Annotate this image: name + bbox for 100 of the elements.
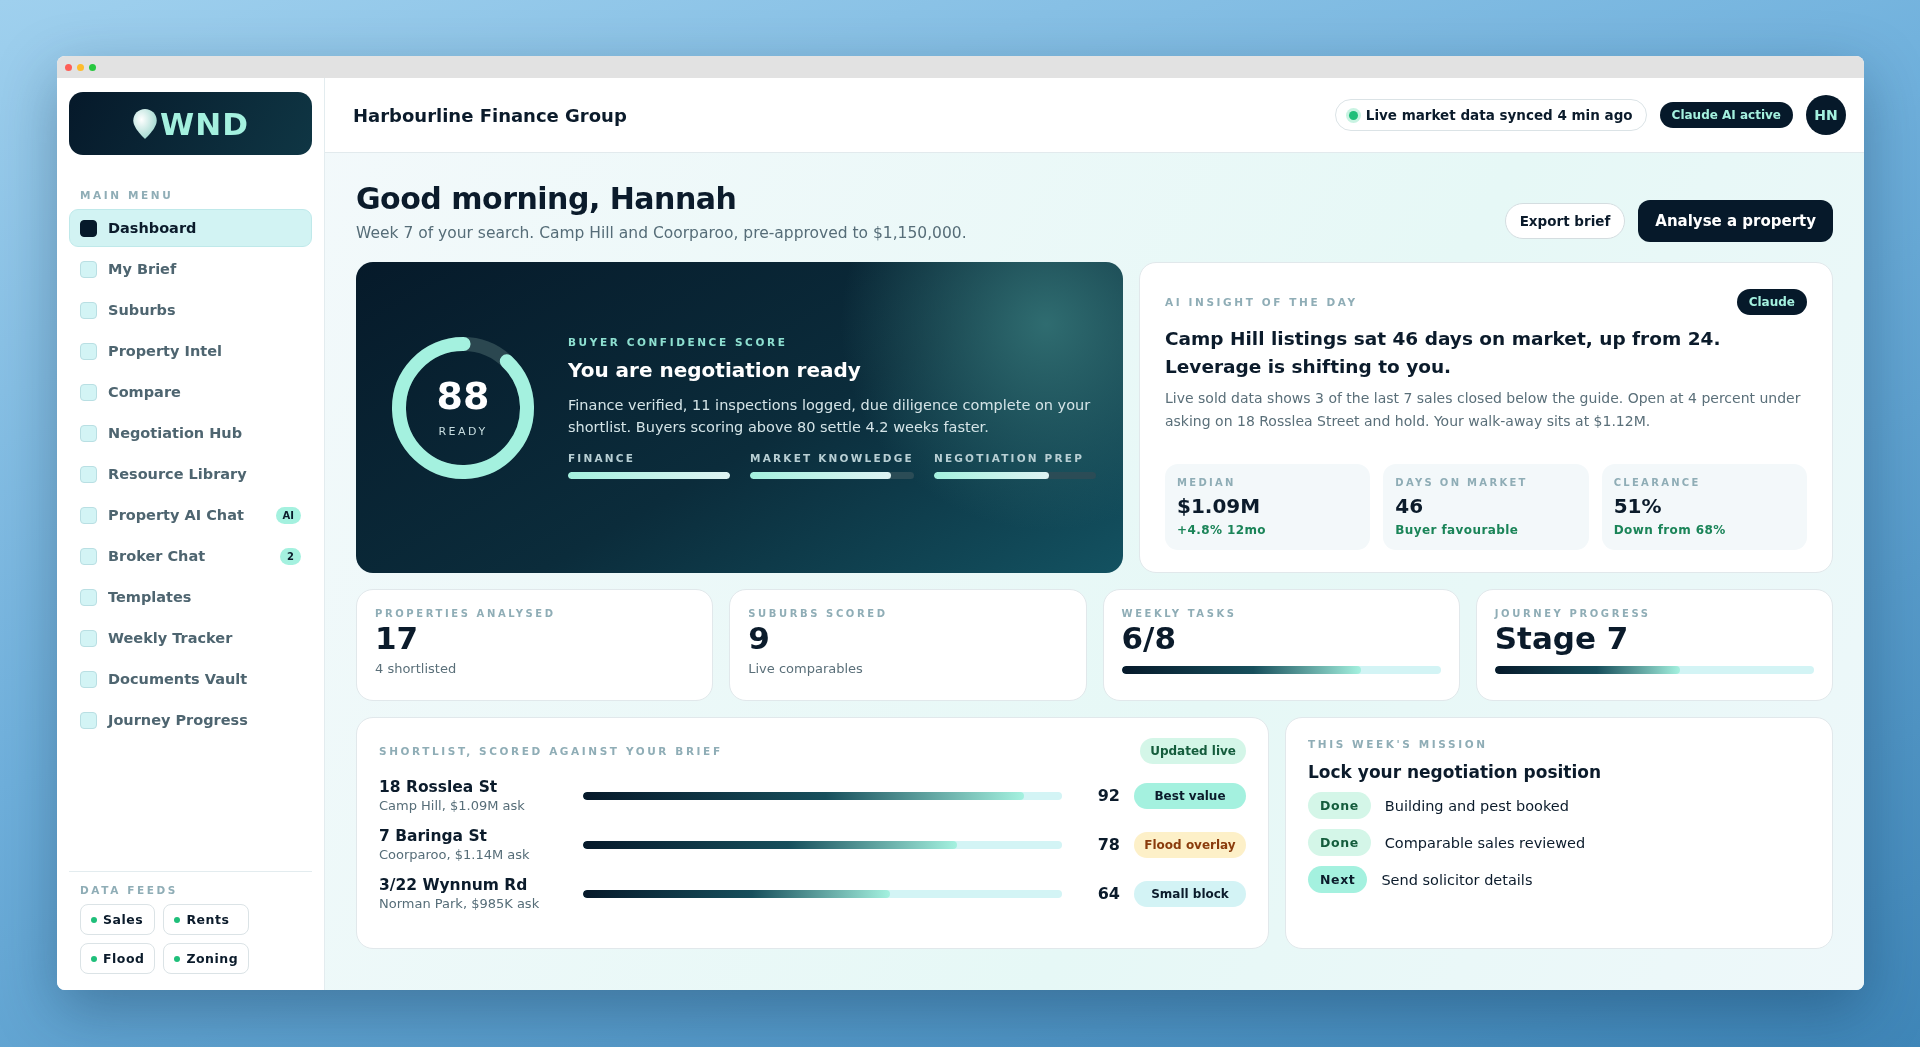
- close-button[interactable]: [65, 63, 72, 71]
- sidebar-item[interactable]: Broker Chat 2: [69, 537, 312, 575]
- ai-status-badge: Claude AI active: [1659, 102, 1793, 128]
- card-eyebrow: AI INSIGHT OF THE DAY: [1165, 296, 1358, 308]
- status-dot: [91, 916, 97, 923]
- analyse-button[interactable]: Analyse a property: [1638, 200, 1833, 242]
- section-heading: DATA FEEDS: [80, 884, 179, 896]
- metric-value: 51%: [1613, 494, 1663, 518]
- bar-label: NEGOTIATION PREP: [933, 452, 1086, 465]
- menu-square-icon: [80, 547, 97, 565]
- card-title: You are negotiation ready: [568, 357, 862, 382]
- menu-label: Templates: [108, 589, 193, 605]
- menu-label: Dashboard: [108, 220, 198, 236]
- property-tag: Best value: [1134, 782, 1246, 809]
- mission-title: Lock your negotiation position: [1308, 762, 1603, 782]
- feed-chip[interactable]: Rents: [163, 904, 250, 935]
- score-value: 92: [1096, 786, 1120, 805]
- status-badge: Next: [1308, 866, 1368, 893]
- status-dot: [174, 916, 181, 923]
- feed-chip[interactable]: Flood: [80, 943, 156, 974]
- menu-square-icon: [80, 424, 97, 442]
- greeting-title: Good morning, Hannah: [356, 181, 738, 216]
- section-heading: MAIN MENU: [80, 189, 175, 201]
- map-pin-icon: [132, 107, 159, 140]
- property-detail: Coorparoo, $1.14M ask: [379, 847, 531, 862]
- organization-name: Harbourline Finance Group: [353, 104, 627, 126]
- menu-square-icon: [80, 260, 97, 278]
- menu-label: Resource Library: [108, 466, 248, 482]
- property-tag: Flood overlay: [1134, 831, 1246, 858]
- card-eyebrow: SHORTLIST, SCORED AGAINST YOUR BRIEF: [379, 745, 723, 757]
- menu-square-icon: [80, 465, 97, 483]
- menu-label: Property Intel: [108, 343, 223, 359]
- stat-label: SUBURBS SCORED: [748, 608, 889, 619]
- status-badge: Done: [1308, 792, 1371, 819]
- stat-label: PROPERTIES ANALYSED: [375, 608, 557, 619]
- stat-note: 4 shortlisted: [375, 660, 458, 676]
- sidebar-item[interactable]: Templates: [69, 578, 312, 616]
- menu-square-icon: [80, 301, 97, 319]
- sidebar-item[interactable]: Resource Library: [69, 455, 312, 493]
- insight-text: Live sold data shows 3 of the last 7 sales closed below the guide. Open at 4 percent under asking on 18 Rosslea Street and hold. Your walk-away sits at $1.12M.: [1165, 388, 1802, 431]
- count-badge: 2: [280, 547, 301, 565]
- menu-label: Compare: [108, 384, 182, 400]
- status-badge: Done: [1308, 829, 1371, 856]
- menu-label: Property AI Chat: [108, 507, 245, 523]
- metric-label: MEDIAN: [1177, 477, 1237, 488]
- stat-value: 17: [375, 621, 420, 657]
- sidebar-item[interactable]: Journey Progress: [69, 701, 312, 739]
- sidebar-item[interactable]: Dashboard: [69, 209, 312, 247]
- sidebar-item[interactable]: Property Intel: [69, 332, 312, 370]
- sidebar-item[interactable]: Weekly Tracker: [69, 619, 312, 657]
- metric-label: CLEARANCE: [1613, 477, 1702, 488]
- menu-square-icon: [80, 670, 97, 688]
- export-button[interactable]: Export brief: [1504, 203, 1626, 239]
- user-avatar[interactable]: HN: [1806, 95, 1846, 135]
- property-detail: Camp Hill, $1.09M ask: [379, 798, 526, 813]
- menu-square-icon: [80, 506, 97, 524]
- zoom-button[interactable]: [89, 63, 96, 71]
- menu-label: Weekly Tracker: [108, 630, 234, 646]
- feed-chip[interactable]: Sales: [80, 904, 156, 935]
- metric-note: +4.8% 12mo: [1177, 523, 1267, 537]
- live-badge: Updated live: [1140, 738, 1246, 764]
- property-detail: Norman Park, $985K ask: [379, 896, 541, 911]
- sidebar-item[interactable]: Property AI Chat AI: [69, 496, 312, 534]
- sync-text: Live market data synced 4 min ago: [1365, 107, 1633, 123]
- menu-square-icon: [80, 342, 97, 360]
- metric-value: 46: [1395, 494, 1425, 518]
- score-value: 88: [436, 377, 490, 415]
- task-text: Comparable sales reviewed: [1384, 834, 1586, 851]
- sidebar-item[interactable]: Compare: [69, 373, 312, 411]
- stat-note: Live comparables: [748, 660, 864, 676]
- logo-text: WND: [160, 105, 249, 142]
- stat-label: JOURNEY PROGRESS: [1494, 608, 1652, 619]
- sidebar-item[interactable]: Documents Vault: [69, 660, 312, 698]
- score-value: 78: [1096, 835, 1120, 854]
- menu-square-icon: [80, 629, 97, 647]
- sidebar-item[interactable]: Negotiation Hub: [69, 414, 312, 452]
- menu-square-icon: [80, 383, 97, 401]
- score-label: READY: [438, 425, 488, 438]
- score-value: 64: [1096, 884, 1120, 903]
- menu-label: Journey Progress: [108, 712, 249, 728]
- minimize-button[interactable]: [77, 63, 84, 71]
- task-text: Building and pest booked: [1384, 797, 1569, 814]
- chip-label: Sales: [103, 912, 144, 927]
- metric-note: Buyer favourable: [1395, 523, 1520, 537]
- sidebar-item[interactable]: My Brief: [69, 250, 312, 288]
- bar-label: MARKET KNOWLEDGE: [750, 452, 914, 465]
- menu-label: My Brief: [108, 261, 178, 277]
- property-address: 18 Rosslea St: [379, 778, 499, 796]
- stat-value: Stage 7: [1494, 621, 1630, 657]
- chip-label: Rents: [186, 912, 230, 927]
- status-dot: [91, 955, 97, 962]
- menu-label: Suburbs: [108, 302, 177, 318]
- menu-label: Documents Vault: [108, 671, 249, 687]
- metric-value: $1.09M: [1177, 494, 1262, 518]
- stat-value: 9: [748, 621, 771, 657]
- metric-label: DAYS ON MARKET: [1395, 477, 1529, 488]
- metric-note: Down from 68%: [1613, 523, 1727, 537]
- sidebar-item[interactable]: Suburbs: [69, 291, 312, 329]
- feed-chip[interactable]: Zoning: [163, 943, 250, 974]
- bar-label: FINANCE: [568, 452, 637, 465]
